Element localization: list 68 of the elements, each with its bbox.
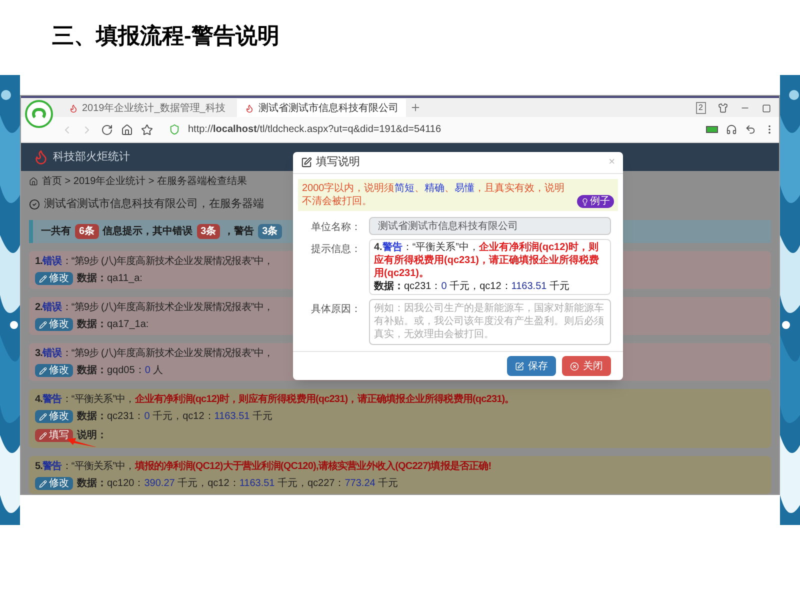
notice-text: 2000字以内，说明须简短、精确、易懂，且真实有效，说明不清会被打回。 [302,182,566,208]
battery-icon[interactable] [706,126,718,133]
fill-button[interactable]: 填写 [35,429,73,442]
count-badge: 3条 [258,224,282,239]
page-heading: 测试省测试市信息科技有限公司，在服务器端 [44,196,264,212]
pencil-icon [39,432,47,440]
summary-text: ，警告 [224,224,254,239]
flame-icon [69,104,78,112]
new-tab-icon[interactable] [410,102,422,113]
reload-icon[interactable] [101,124,113,136]
browser-tab[interactable]: 2019年企业统计_数据管理_科技 [61,99,234,117]
count-badge: 6条 [75,224,99,239]
check-icon [29,198,40,210]
app-name: 科技部火炬统计 [53,150,130,165]
edit-button[interactable]: 修改 [35,272,73,285]
message-text: 2.错误：“第9步 (八)年度高新技术企业发展情况报表”中， [35,300,274,315]
undo-icon[interactable] [745,124,756,135]
dialog-title: 填写说明 [316,155,360,170]
field-label: 具体原因： [310,303,361,317]
pencil-icon [39,320,47,328]
flame-icon [245,104,254,112]
pencil-icon [39,366,47,374]
star-icon[interactable] [141,124,153,136]
field-label: 提示信息： [310,242,361,257]
message-text: 3.错误：“第9步 (八)年度高新技术企业发展情况报表”中， [35,346,274,361]
data-text: 数据：qc120：390.27 千元，qc12：1163.51 千元，qc227：773.24 千元 [77,476,398,491]
data-text: 数据：qa11_a: [77,272,142,286]
home-icon [29,176,38,186]
edit-button[interactable]: 修改 [35,477,73,490]
data-text: 数据：qc231：0 千元，qc12：1163.51 千元 [374,280,570,293]
pencil-icon [39,274,47,282]
example-badge[interactable]: 例子 [577,195,614,208]
unit-name-field[interactable]: 测试省测试市信息科技有限公司 [369,217,611,235]
message-text: 4.警告：“平衡关系”中，企业有净利润(qc12)时，则应有所得税费用(qc231)，请正确填报企业所得税费用(qc231)。 [35,392,514,407]
note-label: 说明： [77,428,107,443]
headphones-icon[interactable] [726,124,737,135]
bulb-icon [581,198,589,206]
field-label: 单位名称： [310,220,361,235]
close-icon [570,362,579,370]
browser-tab[interactable]: 测试省测试市信息科技有限公司 [237,99,406,117]
tab-count[interactable]: 2 [696,102,706,114]
pencil-icon [39,480,47,488]
home-icon[interactable] [121,124,133,136]
data-text: 数据：gqd05：0 人 [77,364,164,378]
message-text: 5.警告：“平衡关系”中，填报的净利润(QC12)大于营业利润(QC120),请核实营业外收入(QC227)填报是否正确! [35,459,492,474]
slide-title: 三、填报流程-警告说明 [52,22,280,50]
message-text: 1.错误：“第9步 (八)年度高新技术企业发展情况报表”中， [35,254,274,269]
pencil-icon [39,412,47,420]
reason-field[interactable]: 例如：因我公司生产的是新能源车，国家对新能源车有补贴。或，我公司该年度没有产生盈利。则后必须真实，无效理由会被打回。 [369,299,611,345]
url-text[interactable]: http://localhost/tl/tldcheck.aspx?ut=q&did=191&d=54116 [188,122,442,137]
edit-icon [515,362,524,370]
count-badge: 3条 [196,224,220,239]
data-text: 数据：qa17_1a: [77,318,149,332]
maximize-icon[interactable] [762,104,771,112]
save-button[interactable]: 保存 [507,356,556,376]
flame-icon [33,149,49,165]
edit-button[interactable]: 修改 [35,364,73,377]
summary-text: 一共有 [41,224,71,239]
breadcrumb: 首页 > 2019年企业统计 > 在服务器端检查结果 [42,174,248,188]
summary-text: 信息提示，其中错误 [102,224,193,239]
message-text: 4.警告：“平衡关系”中，企业有净利润(qc12)时，则应有所得税费用(qc231)，请正确填报企业所得税费用(qc231)。 [374,241,600,280]
close-button[interactable]: 关闭 [562,356,611,376]
edit-button[interactable]: 修改 [35,318,73,331]
shirt-icon[interactable] [718,103,728,113]
edit-icon [301,157,312,168]
data-text: 数据：qc231：0 千元，qc12：1163.51 千元 [77,410,272,424]
shield-icon [169,124,180,135]
edit-button[interactable]: 修改 [35,410,73,423]
